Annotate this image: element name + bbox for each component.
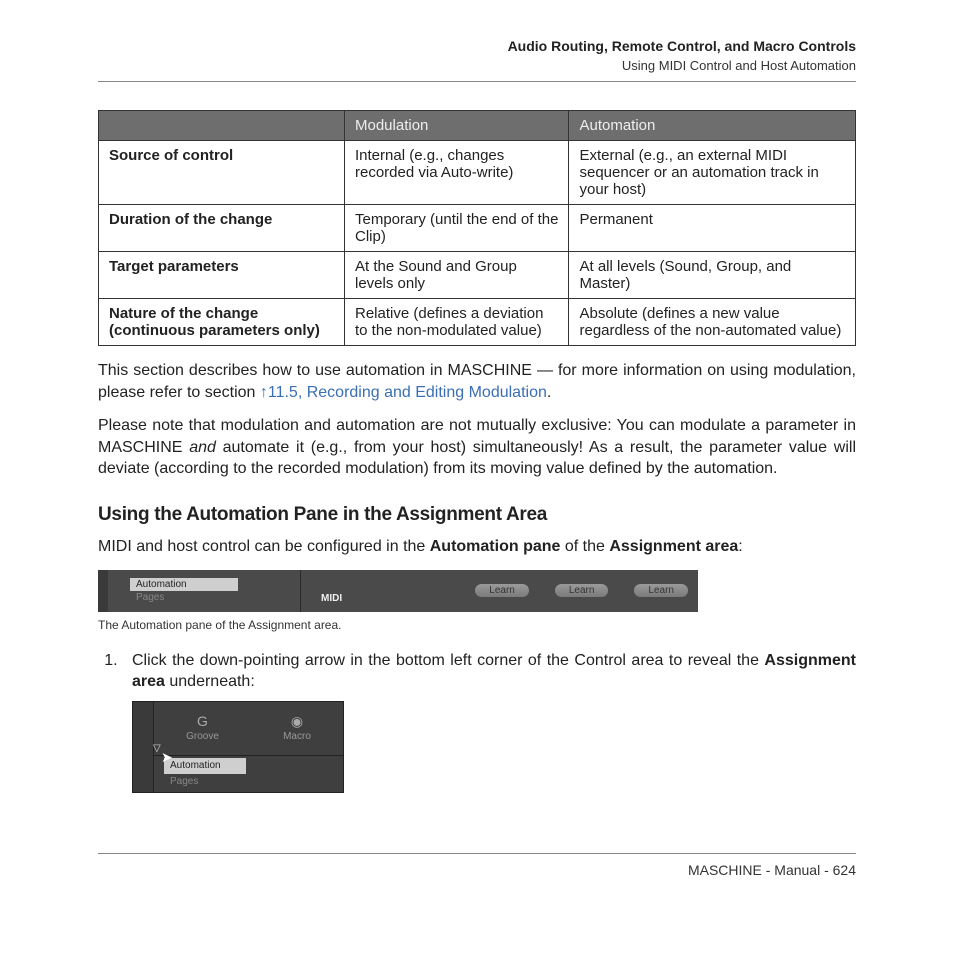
row-label: Source of control — [99, 141, 345, 205]
cursor-icon: ➤ — [161, 748, 173, 767]
header-subtitle: Using MIDI Control and Host Automation — [98, 58, 856, 73]
table-row: Source of control Internal (e.g., change… — [99, 141, 856, 205]
comparison-table: Modulation Automation Source of control … — [98, 110, 856, 346]
table-header-automation: Automation — [569, 111, 856, 141]
cell: At all levels (Sound, Group, and Master) — [569, 252, 856, 299]
cell: Relative (defines a deviation to the non… — [345, 299, 569, 346]
page-footer: MASCHINE - Manual - 624 — [98, 853, 856, 878]
learn-group: Learn Learn Learn — [475, 584, 688, 597]
pages-tab[interactable]: Pages — [164, 774, 343, 790]
groove-tab[interactable]: G Groove — [186, 714, 219, 744]
steps-list: Click the down-pointing arrow in the bot… — [98, 650, 856, 793]
cell: Internal (e.g., changes recorded via Aut… — [345, 141, 569, 205]
table-row: Duration of the change Temporary (until … — [99, 205, 856, 252]
text: underneath: — [165, 673, 255, 690]
table-header-empty — [99, 111, 345, 141]
label: Groove — [186, 730, 219, 744]
text: : — [738, 538, 742, 555]
section-link[interactable]: ↑11.5, Recording and Editing Modulation — [260, 384, 547, 401]
control-top: G Groove ◉ Macro — [154, 702, 343, 756]
text: . — [547, 384, 551, 401]
figure-caption: The Automation pane of the Assignment ar… — [98, 618, 856, 632]
paragraph: MIDI and host control can be configured … — [98, 536, 856, 558]
text: of the — [560, 538, 609, 555]
text-italic: and — [189, 439, 216, 456]
macro-tab[interactable]: ◉ Macro — [283, 714, 311, 744]
text: MIDI and host control can be configured … — [98, 538, 430, 555]
row-label: Target parameters — [99, 252, 345, 299]
table-row: Target parameters At the Sound and Group… — [99, 252, 856, 299]
learn-button[interactable]: Learn — [634, 584, 688, 597]
chevron-down-icon: ▽ — [153, 742, 161, 756]
control-area-figure: G Groove ◉ Macro Automation Pages — [132, 701, 344, 793]
table-header-modulation: Modulation — [345, 111, 569, 141]
control-main: G Groove ◉ Macro Automation Pages — [154, 702, 343, 792]
cell: External (e.g., an external MIDI sequenc… — [569, 141, 856, 205]
cell: Permanent — [569, 205, 856, 252]
step-item: Click the down-pointing arrow in the bot… — [122, 650, 856, 793]
paragraph: Please note that modulation and automati… — [98, 415, 856, 480]
control-bottom: Automation Pages — [154, 756, 343, 792]
groove-icon: G — [186, 714, 219, 728]
automation-pane-figure: Automation Pages MIDI Learn Learn Learn — [98, 570, 698, 612]
text-bold: Assignment area — [609, 538, 738, 555]
pane-right: MIDI Learn Learn Learn — [301, 570, 698, 612]
cell: Absolute (defines a new value regardless… — [569, 299, 856, 346]
midi-label[interactable]: MIDI — [321, 593, 342, 608]
paragraph: This section describes how to use automa… — [98, 360, 856, 403]
row-label: Duration of the change — [99, 205, 345, 252]
macro-icon: ◉ — [283, 714, 311, 728]
pane-left: Automation Pages — [98, 570, 301, 612]
label: Macro — [283, 730, 311, 744]
cell: At the Sound and Group levels only — [345, 252, 569, 299]
cell: Temporary (until the end of the Clip) — [345, 205, 569, 252]
reveal-arrow[interactable]: ▽ ➤ — [153, 742, 161, 756]
learn-button[interactable]: Learn — [555, 584, 609, 597]
table-row: Nature of the change (continuous paramet… — [99, 299, 856, 346]
page-header: Audio Routing, Remote Control, and Macro… — [98, 38, 856, 82]
learn-button[interactable]: Learn — [475, 584, 529, 597]
header-title: Audio Routing, Remote Control, and Macro… — [98, 38, 856, 54]
row-label: Nature of the change (continuous paramet… — [99, 299, 345, 346]
automation-tab[interactable]: Automation — [130, 578, 238, 591]
control-sidebar — [133, 702, 154, 792]
automation-tab[interactable]: Automation — [164, 758, 246, 774]
subheading: Using the Automation Pane in the Assignm… — [98, 504, 856, 526]
pages-tab[interactable]: Pages — [130, 591, 300, 604]
text-bold: Automation pane — [430, 538, 561, 555]
text: Click the down-pointing arrow in the bot… — [132, 652, 764, 669]
